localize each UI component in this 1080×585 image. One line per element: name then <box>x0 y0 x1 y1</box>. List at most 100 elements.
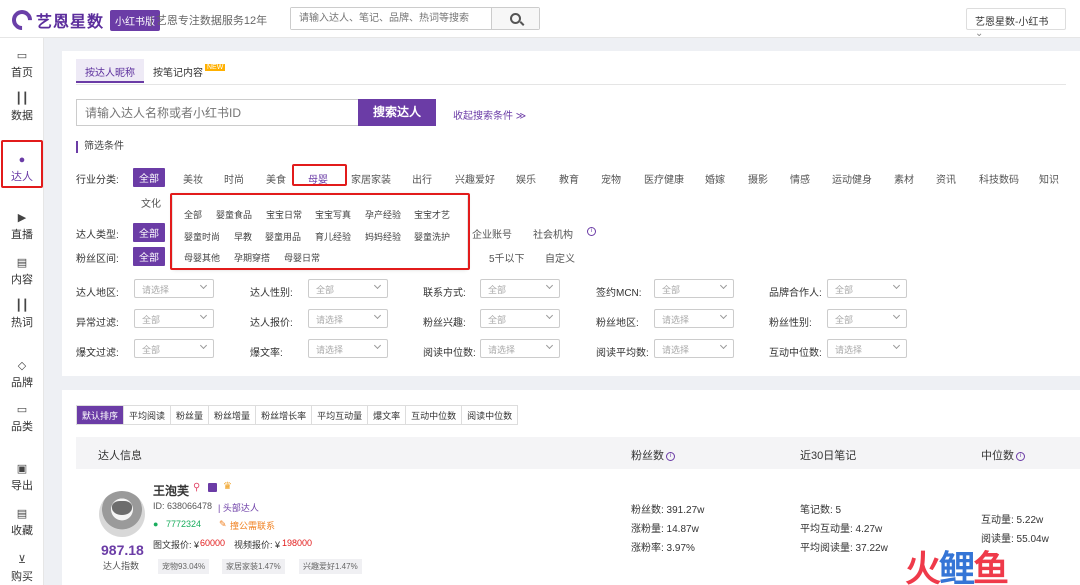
account-name: 艺恩星数-小红书 <box>975 17 1049 28</box>
fans-chip[interactable]: 全部 <box>133 247 165 266</box>
table-header: 达人信息 粉丝数 i 近30日笔记 中位数 i <box>76 437 1080 469</box>
logo[interactable]: 艺恩星数 小红书版 <box>7 5 161 35</box>
fan-region-select[interactable]: 请选择 <box>654 309 734 328</box>
tab-divider <box>76 84 1066 85</box>
fan-interest-select[interactable]: 全部 <box>480 309 560 328</box>
tab-by-note-content[interactable]: 按笔记内容NEW <box>144 59 234 83</box>
sort-tab[interactable]: 粉丝量 <box>171 406 210 424</box>
sidebar-item-favorite[interactable]: ▤ 收藏 <box>0 508 44 538</box>
column-header-median[interactable]: 中位数 i <box>981 447 1025 463</box>
industry-chip[interactable]: 科技数码 <box>979 171 1019 186</box>
select-value: 请选择 <box>662 345 690 355</box>
sort-tab[interactable]: 粉丝增长率 <box>256 406 313 424</box>
industry-chip[interactable]: 摄影 <box>748 171 768 186</box>
sidebar-item-brand[interactable]: ◇ 品牌 <box>0 360 44 390</box>
column-header-fans[interactable]: 粉丝数 i <box>631 447 675 463</box>
kol-search-input[interactable] <box>77 100 357 125</box>
price-select[interactable]: 请选择 <box>308 309 388 328</box>
contact-text[interactable]: 撞公需联系 <box>230 519 275 532</box>
industry-chip[interactable]: 美食 <box>266 171 286 186</box>
select-value: 全部 <box>142 315 161 325</box>
sidebar-item-data[interactable]: ┃┃ 数据 <box>0 93 44 123</box>
price-video-value: 198000 <box>282 538 313 548</box>
sidebar-item-export[interactable]: ▣ 导出 <box>0 463 44 493</box>
sort-tab[interactable]: 平均阅读 <box>124 406 172 424</box>
mcn-select[interactable]: 全部 <box>654 279 734 298</box>
anomaly-select[interactable]: 全部 <box>134 309 214 328</box>
search-kol-button[interactable]: 搜索达人 <box>358 99 436 126</box>
interaction-median-select[interactable]: 请选择 <box>827 339 907 358</box>
sort-tab[interactable]: 粉丝增量 <box>209 406 257 424</box>
account-dropdown[interactable]: 艺恩星数-小红书 ⌄ <box>966 8 1066 39</box>
industry-chip[interactable]: 家居家装 <box>351 171 391 186</box>
contact-select[interactable]: 全部 <box>480 279 560 298</box>
fans-chip[interactable]: 自定义 <box>545 250 575 265</box>
gender-select[interactable]: 全部 <box>308 279 388 298</box>
sidebar-item-hotword[interactable]: ┃┃ 热词 <box>0 300 44 330</box>
industry-chip[interactable]: 时尚 <box>224 171 244 186</box>
industry-chip[interactable]: 娱乐 <box>516 171 536 186</box>
collapse-conditions-link[interactable]: 收起搜索条件 ≫ <box>453 107 526 122</box>
global-search-input[interactable] <box>291 8 491 29</box>
industry-chip[interactable]: 文化 <box>141 195 161 210</box>
sidebar-item-content[interactable]: ▤ 内容 <box>0 257 44 287</box>
sidebar-item-live[interactable]: ▶ 直播 <box>0 212 44 242</box>
read-median-select[interactable]: 请选择 <box>480 339 560 358</box>
select-value: 全部 <box>835 315 854 325</box>
industry-chip[interactable]: 全部 <box>133 168 165 187</box>
viral-rate-select[interactable]: 请选择 <box>308 339 388 358</box>
viral-filter-select[interactable]: 全部 <box>134 339 214 358</box>
select-label: 异常过滤: <box>76 318 119 329</box>
sidebar-item-category[interactable]: ▭ 品类 <box>0 404 44 434</box>
industry-chip[interactable]: 运动健身 <box>832 171 872 186</box>
industry-chip[interactable]: 美妆 <box>183 171 203 186</box>
sort-tab[interactable]: 阅读中位数 <box>462 406 517 424</box>
sidebar-item-label: 数据 <box>11 110 33 122</box>
industry-chip[interactable]: 资讯 <box>936 171 956 186</box>
logo-icon <box>7 5 37 35</box>
sidebar-item-label: 首页 <box>11 67 33 79</box>
industry-chip[interactable]: 素材 <box>894 171 914 186</box>
info-icon[interactable]: i <box>587 227 596 236</box>
top-header: 艺恩星数 小红书版 | 艺恩专注数据服务12年 艺恩星数-小红书 ⌄ <box>0 0 1080 39</box>
industry-chip[interactable]: 兴趣爱好 <box>455 171 495 186</box>
fans-chip[interactable]: 5千以下 <box>489 250 525 265</box>
industry-chip[interactable]: 出行 <box>412 171 432 186</box>
global-search-button[interactable] <box>491 8 539 29</box>
industry-chip[interactable]: 教育 <box>559 171 579 186</box>
select-value: 全部 <box>142 345 161 355</box>
sort-tab[interactable]: 互动中位数 <box>406 406 463 424</box>
industry-chip[interactable]: 宠物 <box>601 171 621 186</box>
global-search <box>290 7 540 30</box>
wechat-id: 7772324 <box>166 519 202 529</box>
sidebar-item-buy[interactable]: ⊻ 购买 <box>0 554 44 584</box>
industry-chip[interactable]: 婚嫁 <box>705 171 725 186</box>
type-chip[interactable]: 企业账号 <box>472 226 512 241</box>
fans-growth-rate: 涨粉率: 3.97% <box>631 543 695 554</box>
industry-chip[interactable]: 知识 <box>1039 171 1059 186</box>
trend-icon: ┃┃ <box>15 300 29 312</box>
avg-interaction: 平均互动量: 4.27w <box>800 524 883 535</box>
read-average-select[interactable]: 请选择 <box>654 339 734 358</box>
industry-chip[interactable]: 医疗健康 <box>644 171 684 186</box>
select-label: 签约MCN: <box>596 288 642 299</box>
sort-tab[interactable]: 爆文率 <box>368 406 407 424</box>
type-chip[interactable]: 全部 <box>133 223 165 242</box>
sidebar-item-home[interactable]: ▭ 首页 <box>0 50 44 80</box>
sidebar-item-label: 导出 <box>11 480 33 492</box>
select-label: 品牌合作人: <box>769 288 822 299</box>
brand-partner-select[interactable]: 全部 <box>827 279 907 298</box>
select-value: 请选择 <box>316 345 344 355</box>
chevron-down-icon <box>373 311 382 320</box>
select-value: 全部 <box>662 285 681 295</box>
fan-gender-select[interactable]: 全部 <box>827 309 907 328</box>
sort-tab[interactable]: 平均互动量 <box>312 406 369 424</box>
sort-tab[interactable]: 默认排序 <box>77 406 125 424</box>
kol-name[interactable]: 王泡芙 <box>153 482 189 499</box>
region-select[interactable]: 请选择 <box>134 279 214 298</box>
select-value: 全部 <box>835 285 854 295</box>
avatar[interactable] <box>99 491 145 537</box>
tab-by-nickname[interactable]: 按达人昵称 <box>76 59 144 83</box>
type-chip[interactable]: 社会机构 <box>533 226 573 241</box>
industry-chip[interactable]: 情感 <box>790 171 810 186</box>
